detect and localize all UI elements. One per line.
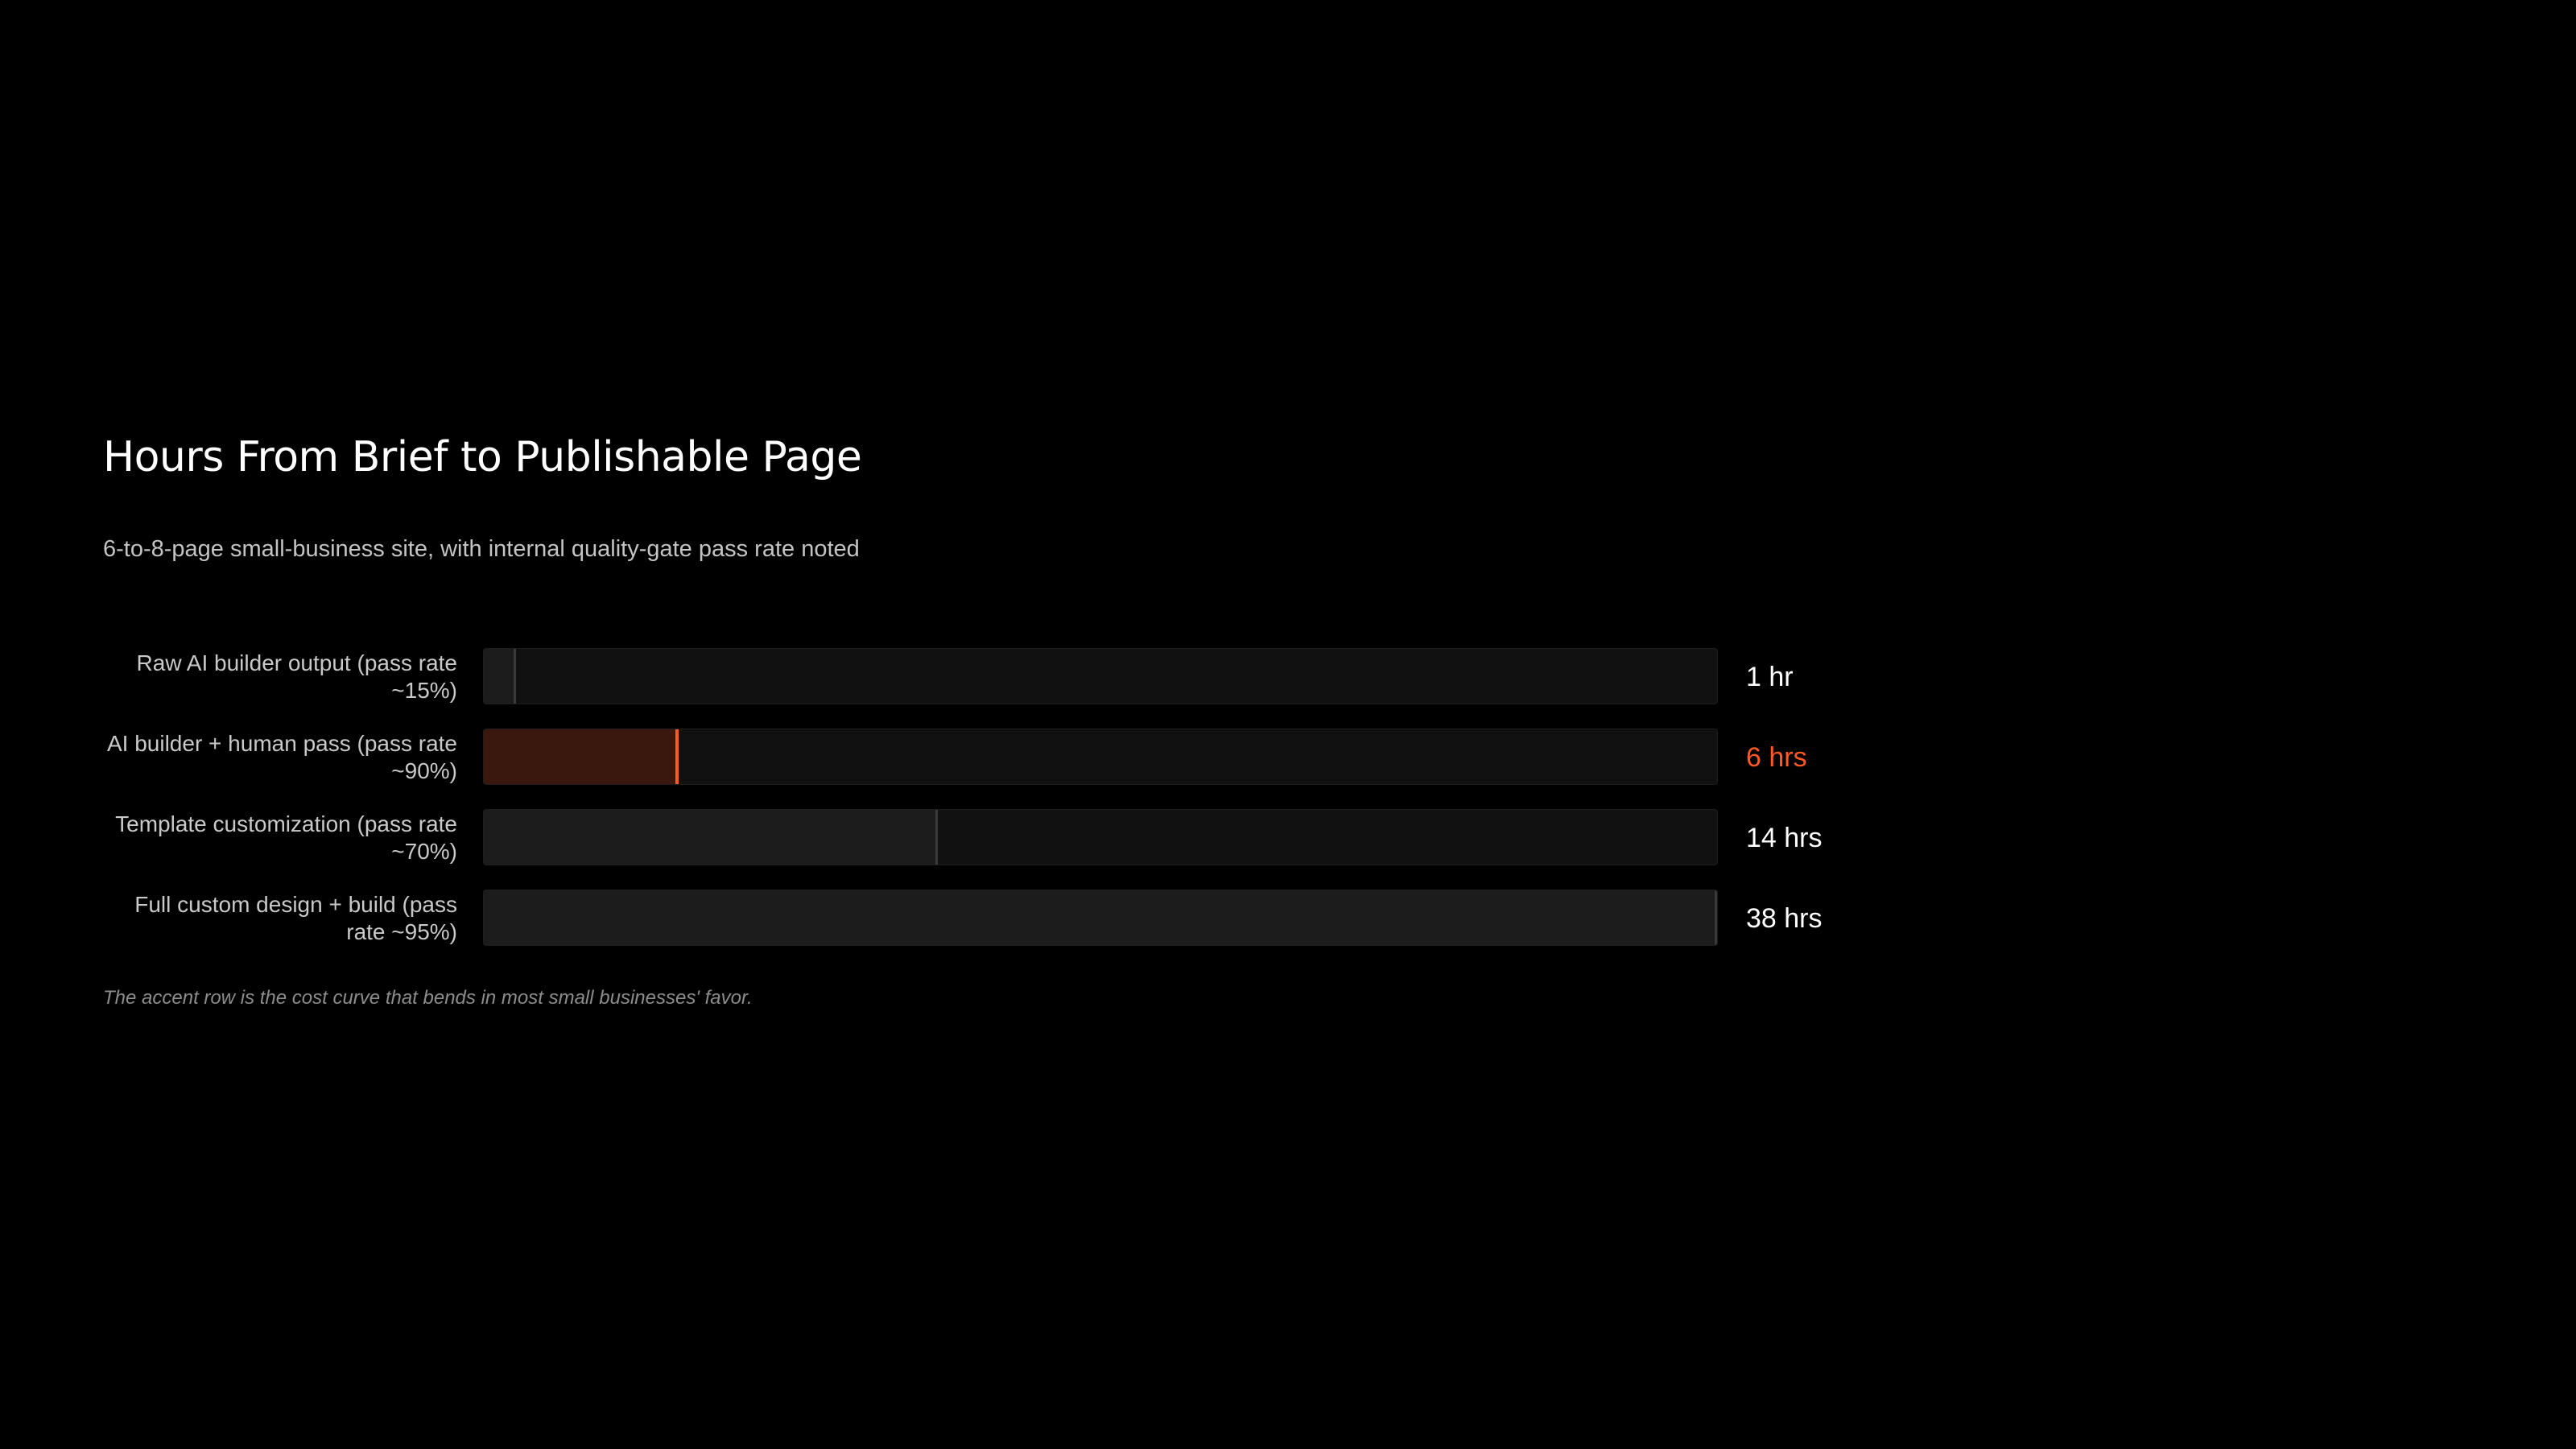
bar-value-label: 6 hrs xyxy=(1746,741,1807,773)
chart-subtitle: 6-to-8-page small-business site, with in… xyxy=(103,536,860,563)
bar-value-label: 1 hr xyxy=(1746,661,1794,692)
bar-value-label: 14 hrs xyxy=(1746,822,1823,853)
bar-label: Raw AI builder output (pass rate ~15%) xyxy=(136,650,457,703)
bar-label: AI builder + human pass (pass rate ~90%) xyxy=(106,731,457,783)
bar-label: Template customization (pass rate ~70%) xyxy=(115,811,457,864)
bar-fill xyxy=(484,890,1717,945)
bar-row: Template customization (pass rate ~70%) 1… xyxy=(103,809,1955,867)
bar-track xyxy=(483,648,1718,704)
bar-row: Raw AI builder output (pass rate ~15%) 1 … xyxy=(103,648,1955,706)
bar-label: Full custom design + build (pass rate ~9… xyxy=(134,892,457,944)
chart-title: Hours From Brief to Publishable Page xyxy=(103,433,862,481)
bar-track xyxy=(483,890,1718,946)
bar-fill-highlight xyxy=(484,729,679,784)
bar-value-label: 38 hrs xyxy=(1746,902,1823,934)
bar-chart: Hours From Brief to Publishable Page 6-t… xyxy=(103,433,1874,1009)
bar-track xyxy=(483,729,1718,785)
bar-row: Full custom design + build (pass rate ~9… xyxy=(103,890,1955,947)
bar-fill xyxy=(484,649,517,704)
bar-row: AI builder + human pass (pass rate ~90%)… xyxy=(103,729,1955,786)
bar-fill xyxy=(484,810,939,865)
chart-note: The accent row is the cost curve that be… xyxy=(103,987,753,1009)
bar-track xyxy=(483,809,1718,865)
